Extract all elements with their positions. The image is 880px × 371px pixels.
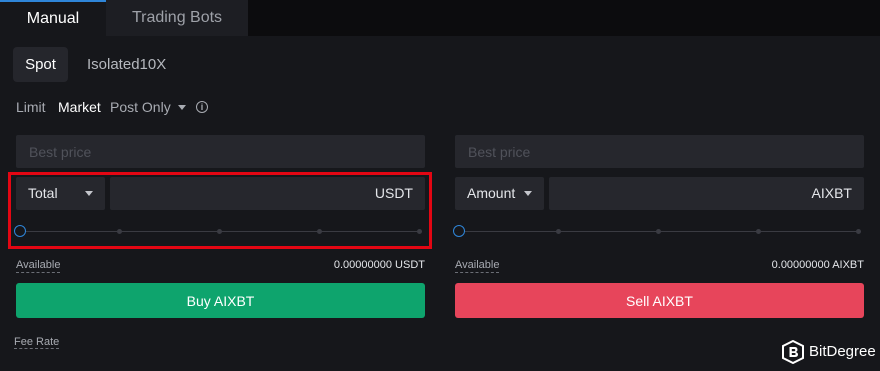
tab-manual[interactable]: Manual	[0, 0, 106, 36]
chevron-down-icon	[524, 191, 532, 196]
sell-available-value: 0.00000000 AIXBT	[771, 259, 864, 271]
slider-tick[interactable]	[556, 229, 561, 234]
mode-isolated[interactable]: Isolated10X	[87, 47, 166, 82]
sell-button[interactable]: Sell AIXBT	[455, 283, 864, 318]
info-circle-icon[interactable]: i	[196, 101, 208, 113]
order-type-market[interactable]: Market	[58, 99, 101, 115]
watermark-text: BitDegree	[809, 343, 876, 360]
sell-price-field[interactable]	[455, 135, 864, 168]
sell-available-label[interactable]: Available	[455, 259, 500, 273]
post-only-label: Post Only	[110, 99, 171, 115]
sell-price-input[interactable]	[455, 135, 864, 168]
sell-amount-input[interactable]: AIXBT	[549, 177, 864, 210]
sell-select-label: Amount	[467, 185, 516, 201]
slider-tick[interactable]	[656, 229, 661, 234]
buy-available-label[interactable]: Available	[16, 259, 61, 273]
order-type-limit[interactable]: Limit	[16, 99, 46, 115]
buy-price-input[interactable]	[16, 135, 425, 168]
buy-button[interactable]: Buy AIXBT	[16, 283, 425, 318]
fee-rate-link[interactable]: Fee Rate	[14, 336, 60, 349]
sell-currency-label: AIXBT	[811, 185, 852, 201]
sell-amount-select[interactable]: Amount	[455, 177, 544, 210]
highlight-box	[8, 172, 432, 249]
mode-spot[interactable]: Spot	[13, 47, 68, 82]
buy-available-value: 0.00000000 USDT	[333, 259, 425, 271]
bitdegree-logo-icon	[782, 340, 804, 364]
slider-handle[interactable]	[453, 225, 465, 237]
chevron-down-icon	[177, 105, 186, 110]
tab-trading-bots[interactable]: Trading Bots	[106, 0, 248, 36]
top-tab-bar: Manual Trading Bots	[0, 0, 880, 36]
order-type-post-only[interactable]: Post Only	[110, 99, 186, 115]
buy-price-field[interactable]	[16, 135, 425, 168]
sell-percent-slider[interactable]	[453, 224, 861, 238]
slider-tick[interactable]	[756, 229, 761, 234]
slider-tick[interactable]	[856, 229, 861, 234]
